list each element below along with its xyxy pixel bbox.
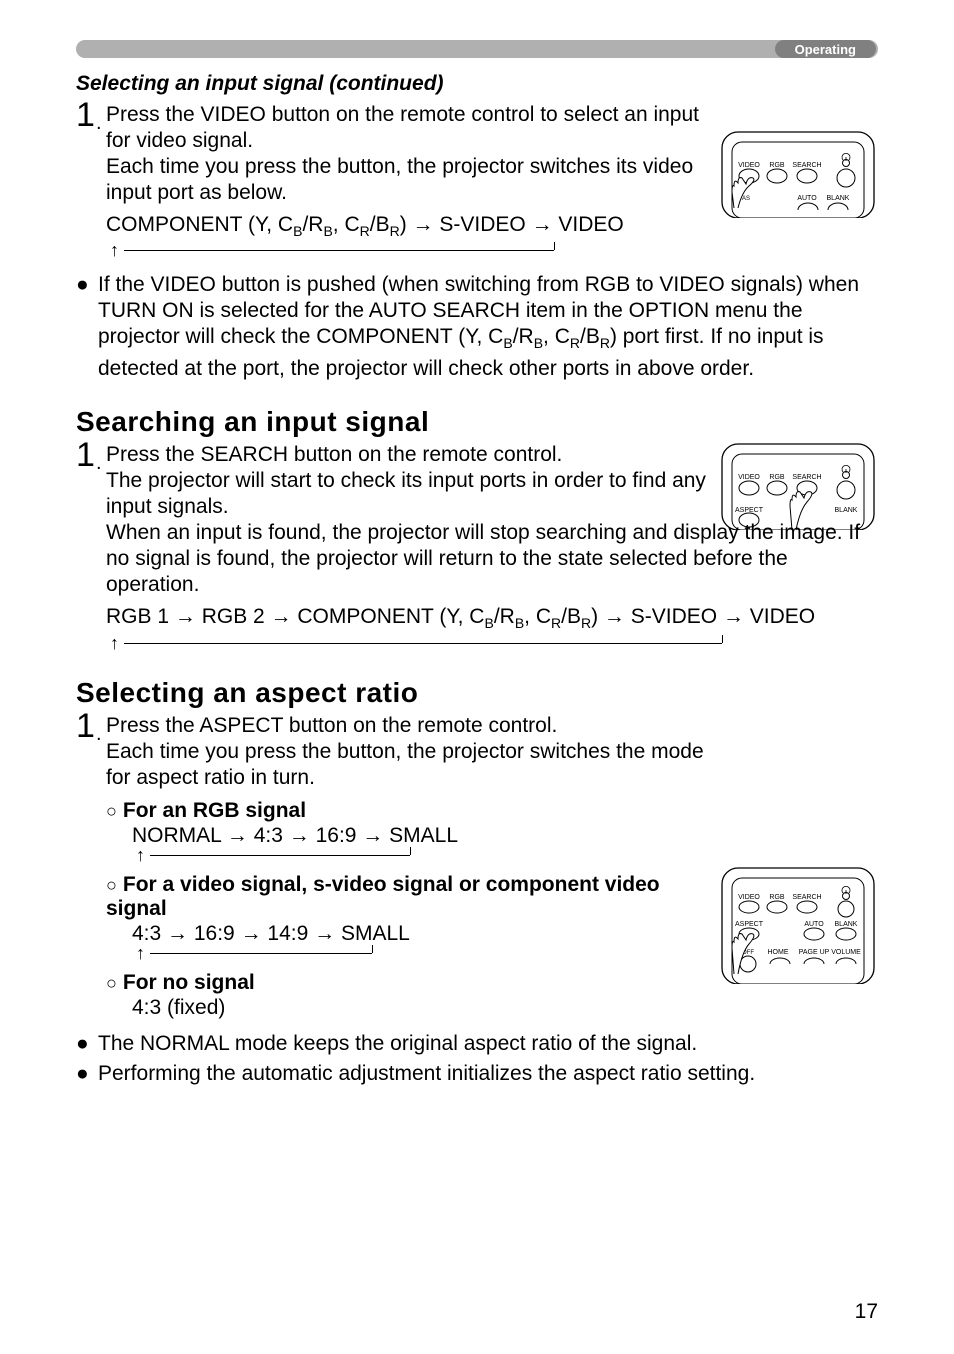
step-number: 1 [76,436,95,475]
header-tag: Operating [775,40,876,58]
searching-title: Searching an input signal [76,406,878,438]
aspect-title: Selecting an aspect ratio [76,677,878,709]
step-number: 1 [76,96,95,135]
aspect-bullet-1: ●The NORMAL mode keeps the original aspe… [76,1031,878,1057]
header-bar: Operating [76,40,878,58]
step-number: 1 [76,707,95,746]
no-signal-flow: 4:3 (fixed) [106,995,878,1021]
step-dot: . [96,723,102,746]
video-step-line2: Each time you press the button, the proj… [106,154,708,206]
loopback-arrow: ↑ [110,637,878,653]
video-flow: COMPONENT (Y, CB/RB, CR/BR) → S-VIDEO → … [106,212,708,244]
video-note-bullet: ● If the VIDEO button is pushed (when sw… [76,272,878,382]
aspect-line2: Each time you press the button, the proj… [106,739,878,791]
step-dot: . [96,112,102,135]
search-line2: The projector will start to check its in… [106,468,878,520]
search-flow: RGB 1 → RGB 2 → COMPONENT (Y, CB/RB, CR/… [106,604,878,636]
loopback-arrow: ↑ [110,244,708,260]
loopback-arrow: ↑ [110,947,708,963]
rgb-flow: NORMAL → 4:3 → 16:9 → SMALL [106,823,708,849]
video-aspect-flow: 4:3 → 16:9 → 14:9 → SMALL [106,921,708,947]
loopback-arrow: ↑ [110,849,708,865]
aspect-bullet-2: ●Performing the automatic adjustment ini… [76,1061,878,1087]
continued-title: Selecting an input signal (continued) [76,72,878,96]
video-step-line1: Press the VIDEO button on the remote con… [106,102,708,154]
page-number: 17 [855,1300,878,1324]
search-line3: When an input is found, the projector wi… [106,520,878,598]
search-line1: Press the SEARCH button on the remote co… [106,442,878,468]
no-signal-label: ○For no signal [106,971,878,995]
step-dot: . [96,452,102,475]
aspect-line1: Press the ASPECT button on the remote co… [106,713,878,739]
video-signal-label: ○For a video signal, s-video signal or c… [106,873,708,921]
rgb-signal-label: ○For an RGB signal [106,799,708,823]
